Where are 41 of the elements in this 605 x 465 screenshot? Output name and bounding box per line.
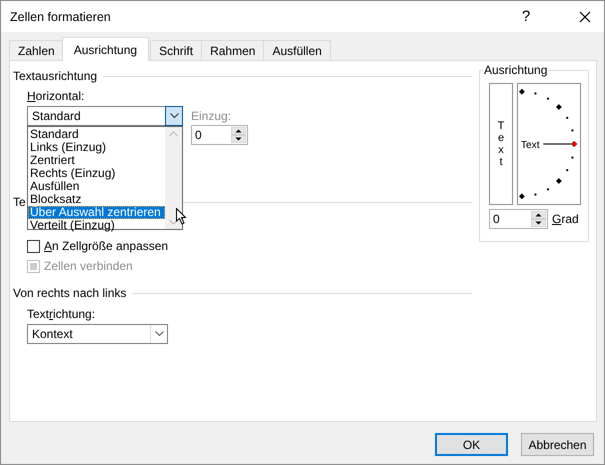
- dialog-button[interactable]: OK: [435, 433, 508, 456]
- orientation-dial[interactable]: Text: [517, 83, 581, 205]
- spinner-arrows-icon: [531, 211, 546, 227]
- field-label: Textrichtung:: [27, 307, 96, 321]
- section-title: Textausrichtung: [13, 69, 98, 83]
- field-label: Grad: [552, 212, 579, 226]
- dropdown-option[interactable]: Über Auswahl zentrieren: [28, 206, 165, 219]
- dropdown-option[interactable]: Rechts (Einzug): [28, 167, 165, 180]
- dropdown-option[interactable]: Standard: [28, 128, 165, 141]
- scrollbar[interactable]: [165, 127, 182, 229]
- tab[interactable]: Ausrichtung: [62, 37, 150, 61]
- spinner-arrows-icon: [231, 127, 246, 143]
- dial-label: Text: [520, 140, 540, 151]
- horizontal-dropdown[interactable]: Standard: [27, 106, 183, 126]
- chevron-down-icon: [154, 331, 164, 337]
- checkbox[interactable]: [27, 240, 40, 252]
- dropdown-option[interactable]: Verteilt (Einzug): [28, 219, 165, 232]
- window-title: Zellen formatieren: [10, 10, 112, 24]
- tab[interactable]: Ausfüllen: [263, 40, 331, 61]
- rotation-handle[interactable]: [542, 140, 578, 148]
- dropdown-option[interactable]: Zentriert: [28, 154, 165, 167]
- dialog-button[interactable]: Abbrechen: [521, 433, 594, 456]
- section-title: Te: [13, 195, 26, 209]
- scroll-down-icon[interactable]: [169, 219, 178, 225]
- group-title: Ausrichtung: [483, 63, 548, 77]
- dropdown-option[interactable]: Links (Einzug): [28, 141, 165, 154]
- text-direction-dropdown[interactable]: Kontext: [27, 324, 168, 344]
- section-title: Von rechts nach links: [13, 286, 126, 300]
- close-icon[interactable]: [579, 10, 591, 22]
- chevron-down-icon: [170, 113, 178, 119]
- vertical-text-button[interactable]: Text: [489, 83, 513, 205]
- tab[interactable]: Schrift: [150, 40, 202, 61]
- checkbox-label: An Zellgröße anpassen: [44, 239, 168, 253]
- tab[interactable]: Zahlen: [9, 40, 64, 61]
- dropdown-option[interactable]: Ausfüllen: [28, 180, 165, 193]
- dropdown-option[interactable]: Blocksatz: [28, 193, 165, 206]
- help-button[interactable]: ?: [515, 10, 537, 24]
- field-label: Einzug:: [191, 109, 232, 123]
- degrees-spinner[interactable]: 0: [489, 209, 548, 229]
- checkbox-label: Zellen verbinden: [44, 259, 133, 273]
- field-label: Horizontal:: [27, 89, 84, 103]
